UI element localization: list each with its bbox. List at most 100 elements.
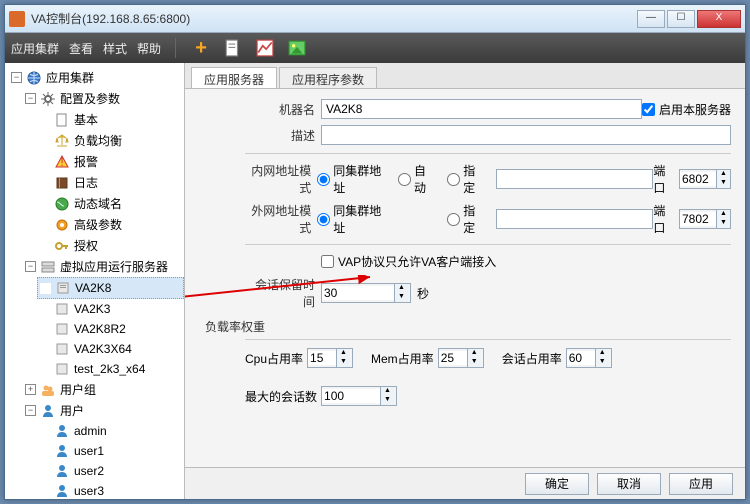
vap-checkbox[interactable]: VAP协议只允许VA客户端接入 xyxy=(321,253,496,270)
maximize-button[interactable]: ☐ xyxy=(667,10,695,28)
sess-label: 会话占用率 xyxy=(502,350,562,367)
tree-admin[interactable]: admin xyxy=(37,421,184,441)
warning-icon: ! xyxy=(54,154,70,170)
add-button[interactable]: + xyxy=(190,37,212,59)
cpu-spinner[interactable]: ▲▼ xyxy=(307,348,353,368)
nav-tree[interactable]: − 应用集群 −配置及参数 基本 负载均衡 !报警 日志 动态 xyxy=(5,63,185,499)
host-icon xyxy=(54,361,70,377)
users-icon xyxy=(40,382,56,398)
menu-cluster[interactable]: 应用集群 xyxy=(11,40,59,57)
desc-input[interactable] xyxy=(321,125,731,145)
menu-style[interactable]: 样式 xyxy=(103,40,127,57)
minimize-button[interactable]: — xyxy=(637,10,665,28)
footer: 确定 取消 应用 xyxy=(185,467,745,499)
balance-icon xyxy=(54,133,70,149)
tree-ddns[interactable]: 动态域名 xyxy=(37,193,184,214)
globe-icon xyxy=(26,70,42,86)
host-icon xyxy=(54,341,70,357)
tree-user2[interactable]: user2 xyxy=(37,461,184,481)
host-input[interactable] xyxy=(321,99,642,119)
tree-log[interactable]: 日志 xyxy=(37,172,184,193)
server-icon xyxy=(40,259,56,275)
person-icon xyxy=(54,483,70,499)
menu-view[interactable]: 查看 xyxy=(69,40,93,57)
desc-label: 描述 xyxy=(245,127,315,144)
outer-port-spinner[interactable]: ▲▼ xyxy=(679,209,731,229)
page-icon xyxy=(54,112,70,128)
tree-va2k3[interactable]: VA2K3 xyxy=(37,299,184,319)
chart-icon[interactable] xyxy=(254,37,276,59)
user-icon xyxy=(40,403,56,419)
tab-appparams[interactable]: 应用程序参数 xyxy=(279,67,377,88)
tree-config[interactable]: −配置及参数 xyxy=(23,88,184,109)
tree-root[interactable]: − 应用集群 xyxy=(9,67,184,88)
book-icon xyxy=(54,175,70,191)
close-button[interactable]: X xyxy=(697,10,741,28)
keep-label: 会话保留时间 xyxy=(245,276,315,310)
person-icon xyxy=(54,463,70,479)
port-label: 端口 xyxy=(653,202,675,236)
tree-user[interactable]: −用户 xyxy=(23,400,184,421)
collapse-icon[interactable]: − xyxy=(11,72,22,83)
gear-icon xyxy=(40,91,56,107)
mem-spinner[interactable]: ▲▼ xyxy=(438,348,484,368)
max-label: 最大的会话数 xyxy=(245,388,317,405)
tree-test2k3x64[interactable]: test_2k3_x64 xyxy=(37,359,184,379)
mem-label: Mem占用率 xyxy=(371,350,434,367)
enable-server-checkbox[interactable]: 启用本服务器 xyxy=(642,101,731,118)
max-spinner[interactable]: ▲▼ xyxy=(321,386,397,406)
picture-icon[interactable] xyxy=(286,37,308,59)
host-icon xyxy=(55,280,71,296)
tree-auth[interactable]: 授权 xyxy=(37,235,184,256)
inner-port-spinner[interactable]: ▲▼ xyxy=(679,169,731,189)
tree-user3[interactable]: user3 xyxy=(37,481,184,499)
apply-button[interactable]: 应用 xyxy=(669,473,733,495)
host-label: 机器名 xyxy=(245,101,315,118)
window-title: VA控制台(192.168.8.65:6800) xyxy=(31,10,637,27)
keep-spinner[interactable]: ▲▼ xyxy=(321,283,411,303)
sess-spinner[interactable]: ▲▼ xyxy=(566,348,612,368)
person-icon xyxy=(54,443,70,459)
ok-button[interactable]: 确定 xyxy=(525,473,589,495)
cog-icon xyxy=(54,217,70,233)
inner-mode-radio: 同集群地址 自动 指定 xyxy=(317,162,653,196)
menubar: 应用集群 查看 样式 帮助 + xyxy=(5,33,745,63)
host-icon xyxy=(54,301,70,317)
port-label: 端口 xyxy=(653,162,675,196)
tree-va2k8r2[interactable]: VA2K8R2 xyxy=(37,319,184,339)
cpu-label: Cpu占用率 xyxy=(245,350,303,367)
tree-alarm[interactable]: !报警 xyxy=(37,151,184,172)
tree-va2k8[interactable]: VA2K8 xyxy=(37,277,184,299)
tree-vserver[interactable]: −虚拟应用运行服务器 xyxy=(23,256,184,277)
outer-address-input[interactable] xyxy=(496,209,653,229)
tree-usergroup[interactable]: +用户组 xyxy=(23,379,184,400)
document-icon[interactable] xyxy=(222,37,244,59)
inner-address-input[interactable] xyxy=(496,169,653,189)
cancel-button[interactable]: 取消 xyxy=(597,473,661,495)
tabstrip: 应用服务器 应用程序参数 xyxy=(185,63,745,89)
tree-user1[interactable]: user1 xyxy=(37,441,184,461)
outer-mode-label: 外网地址模式 xyxy=(245,202,311,236)
key-icon xyxy=(54,238,70,254)
outer-mode-radio: 同集群地址 自动 指定 xyxy=(317,202,653,236)
main-panel: 应用服务器 应用程序参数 机器名 启用本服务器 描述 内网地址模式 xyxy=(185,63,745,499)
app-icon xyxy=(9,11,25,27)
body: − 应用集群 −配置及参数 基本 负载均衡 !报警 日志 动态 xyxy=(5,63,745,499)
menu-help[interactable]: 帮助 xyxy=(137,40,161,57)
inner-mode-label: 内网地址模式 xyxy=(245,162,311,196)
tree-adv[interactable]: 高级参数 xyxy=(37,214,184,235)
keep-unit: 秒 xyxy=(417,285,429,302)
window-controls: — ☐ X xyxy=(637,10,741,28)
load-group-title: 负载率权重 xyxy=(205,318,731,335)
svg-text:!: ! xyxy=(60,155,63,169)
world-icon xyxy=(54,196,70,212)
person-icon xyxy=(54,423,70,439)
form-area: 机器名 启用本服务器 描述 内网地址模式 同集群地址 自动 指定 xyxy=(185,89,745,467)
tree-basic[interactable]: 基本 xyxy=(37,109,184,130)
tree-va2k3x64[interactable]: VA2K3X64 xyxy=(37,339,184,359)
app-window: VA控制台(192.168.8.65:6800) — ☐ X 应用集群 查看 样… xyxy=(4,4,746,500)
host-icon xyxy=(54,321,70,337)
tree-lb[interactable]: 负载均衡 xyxy=(37,130,184,151)
titlebar: VA控制台(192.168.8.65:6800) — ☐ X xyxy=(5,5,745,33)
tab-appserver[interactable]: 应用服务器 xyxy=(191,67,277,88)
